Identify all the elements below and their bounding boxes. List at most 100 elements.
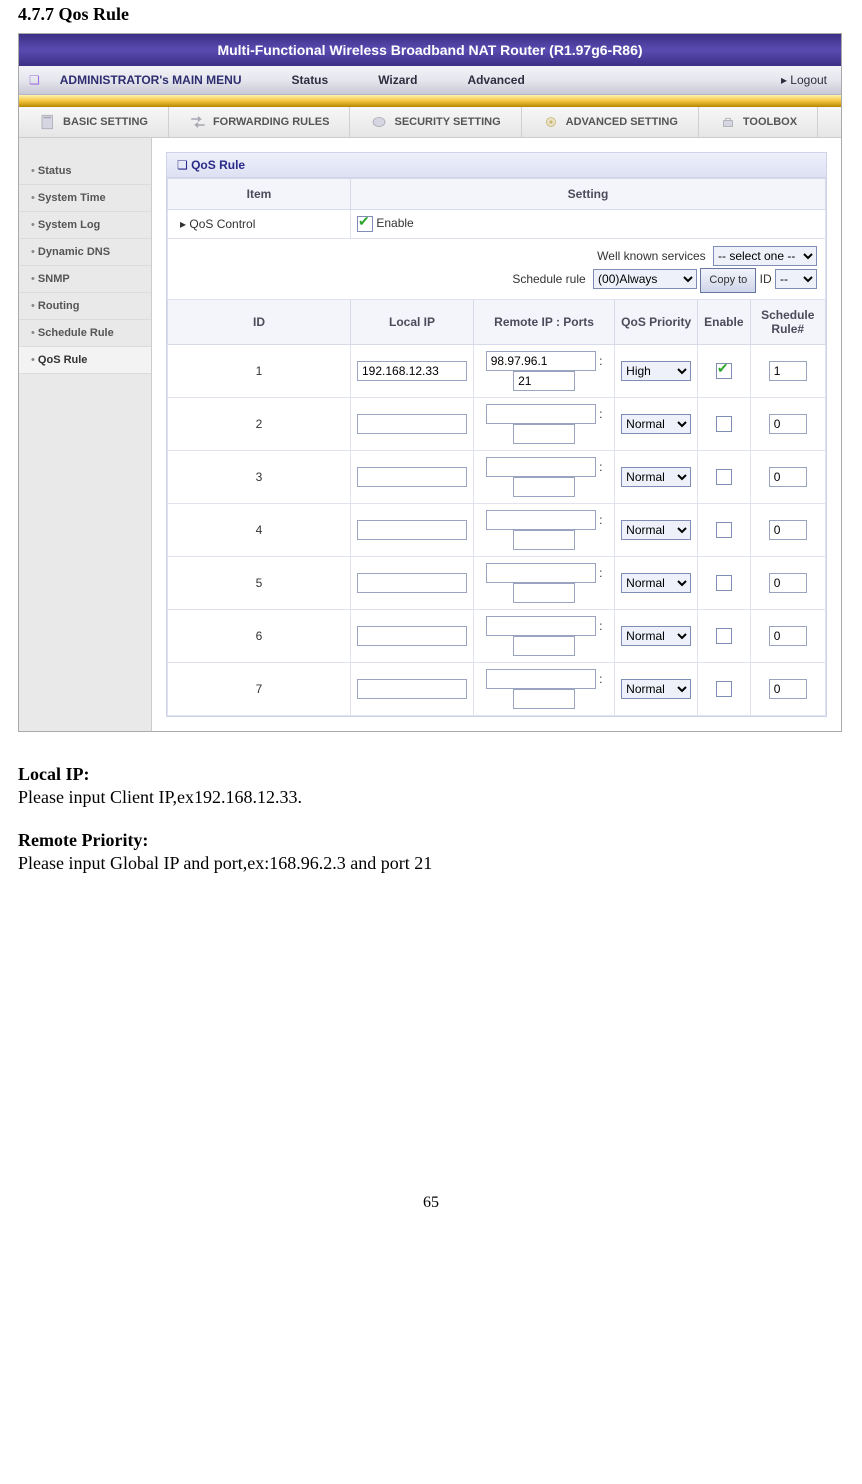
local-ip-input[interactable] bbox=[357, 520, 467, 540]
menu-wizard[interactable]: Wizard bbox=[378, 73, 417, 87]
schedule-rule-input[interactable] bbox=[769, 361, 807, 381]
row-enable-checkbox[interactable] bbox=[716, 416, 732, 432]
priority-select[interactable]: Normal bbox=[621, 679, 691, 699]
priority-select[interactable]: High bbox=[621, 361, 691, 381]
row-id: 5 bbox=[168, 556, 351, 609]
tab-advanced-setting[interactable]: ADVANCED SETTING bbox=[522, 107, 699, 137]
sidebar-item-status[interactable]: Status bbox=[19, 158, 151, 185]
bullet-icon: ❏ bbox=[29, 73, 40, 87]
remote-priority-heading: Remote Priority: bbox=[18, 830, 844, 851]
tab-basic-setting[interactable]: BASIC SETTING bbox=[19, 107, 169, 137]
sidebar-item-schedule-rule[interactable]: Schedule Rule bbox=[19, 320, 151, 347]
menu-logout[interactable]: ▸ Logout bbox=[781, 73, 827, 87]
table-row: 6 : Normal bbox=[168, 609, 826, 662]
remote-port-input[interactable] bbox=[513, 424, 575, 444]
remote-ip-input[interactable] bbox=[486, 457, 596, 477]
enable-label: Enable bbox=[376, 216, 413, 230]
sidebar-item-dynamic-dns[interactable]: Dynamic DNS bbox=[19, 239, 151, 266]
tab-security-setting[interactable]: SECURITY SETTING bbox=[350, 107, 521, 137]
schedule-rule-select[interactable]: (00)Always bbox=[593, 269, 697, 289]
local-ip-input[interactable] bbox=[357, 573, 467, 593]
qos-rule-card: QoS Rule Item Setting ▸ QoS Control Enab… bbox=[166, 152, 827, 717]
remote-ip-input[interactable] bbox=[486, 563, 596, 583]
tabs-bar: BASIC SETTING FORWARDING RULES SECURITY … bbox=[19, 107, 841, 138]
tab-toolbox[interactable]: TOOLBOX bbox=[699, 107, 818, 137]
router-screenshot: Multi-Functional Wireless Broadband NAT … bbox=[18, 33, 842, 732]
menu-status[interactable]: Status bbox=[292, 73, 329, 87]
page-icon bbox=[39, 113, 57, 131]
local-ip-text: Please input Client IP,ex192.168.12.33. bbox=[18, 787, 844, 808]
row-enable-checkbox[interactable] bbox=[716, 628, 732, 644]
banner-title: Multi-Functional Wireless Broadband NAT … bbox=[19, 34, 841, 66]
row-enable-checkbox[interactable] bbox=[716, 575, 732, 591]
sidebar-item-snmp[interactable]: SNMP bbox=[19, 266, 151, 293]
local-ip-heading: Local IP: bbox=[18, 764, 844, 785]
remote-ip-input[interactable] bbox=[486, 351, 596, 371]
sidebar-item-system-time[interactable]: System Time bbox=[19, 185, 151, 212]
schedule-rule-input[interactable] bbox=[769, 626, 807, 646]
remote-port-input[interactable] bbox=[513, 689, 575, 709]
row-id: 4 bbox=[168, 503, 351, 556]
row-id: 2 bbox=[168, 397, 351, 450]
services-select[interactable]: -- select one -- bbox=[713, 246, 817, 266]
priority-select[interactable]: Normal bbox=[621, 520, 691, 540]
services-label: Well known services bbox=[597, 249, 705, 263]
local-ip-input[interactable] bbox=[357, 414, 467, 434]
schedule-rule-input[interactable] bbox=[769, 573, 807, 593]
card-title: QoS Rule bbox=[167, 153, 826, 178]
schedule-rule-input[interactable] bbox=[769, 414, 807, 434]
tab-label: ADVANCED SETTING bbox=[566, 116, 678, 128]
remote-port-input[interactable] bbox=[513, 583, 575, 603]
remote-port-input[interactable] bbox=[513, 477, 575, 497]
menu-advanced[interactable]: Advanced bbox=[467, 73, 524, 87]
remote-port-input[interactable] bbox=[513, 530, 575, 550]
priority-select[interactable]: Normal bbox=[621, 626, 691, 646]
remote-ip-input[interactable] bbox=[486, 510, 596, 530]
tab-forwarding-rules[interactable]: FORWARDING RULES bbox=[169, 107, 351, 137]
remote-ip-input[interactable] bbox=[486, 404, 596, 424]
schedule-rule-input[interactable] bbox=[769, 520, 807, 540]
id-select[interactable]: -- bbox=[775, 269, 817, 289]
row-enable-checkbox[interactable] bbox=[716, 522, 732, 538]
qos-control-label: ▸ QoS Control bbox=[168, 210, 351, 239]
priority-select[interactable]: Normal bbox=[621, 467, 691, 487]
local-ip-input[interactable] bbox=[357, 361, 467, 381]
schedule-rule-input[interactable] bbox=[769, 467, 807, 487]
col-item: Item bbox=[168, 179, 351, 210]
sidebar-item-routing[interactable]: Routing bbox=[19, 293, 151, 320]
copy-to-button[interactable]: Copy to bbox=[700, 268, 756, 293]
remote-ip-input[interactable] bbox=[486, 616, 596, 636]
row-id: 7 bbox=[168, 662, 351, 715]
priority-select[interactable]: Normal bbox=[621, 414, 691, 434]
sidebar-item-qos-rule[interactable]: QoS Rule bbox=[19, 347, 151, 374]
local-ip-input[interactable] bbox=[357, 626, 467, 646]
remote-port-input[interactable] bbox=[513, 371, 575, 391]
local-ip-input[interactable] bbox=[357, 467, 467, 487]
schedule-rule-input[interactable] bbox=[769, 679, 807, 699]
gear-icon bbox=[542, 113, 560, 131]
sidebar-item-system-log[interactable]: System Log bbox=[19, 212, 151, 239]
qos-enable-checkbox[interactable] bbox=[357, 216, 373, 232]
main-menu-title: ADMINISTRATOR's MAIN MENU bbox=[60, 73, 242, 87]
section-heading: 4.7.7 Qos Rule bbox=[18, 4, 844, 25]
tab-label: BASIC SETTING bbox=[63, 116, 148, 128]
hdr-remote-ip-ports: Remote IP : Ports bbox=[474, 299, 615, 344]
table-row: 2 : Normal bbox=[168, 397, 826, 450]
shield-icon bbox=[370, 113, 388, 131]
row-enable-checkbox[interactable] bbox=[716, 469, 732, 485]
remote-ip-input[interactable] bbox=[486, 669, 596, 689]
remote-priority-text: Please input Global IP and port,ex:168.9… bbox=[18, 853, 844, 874]
row-enable-checkbox[interactable] bbox=[716, 363, 732, 379]
page-number: 65 bbox=[18, 1194, 844, 1212]
tab-label: TOOLBOX bbox=[743, 116, 797, 128]
table-row: 3 : Normal bbox=[168, 450, 826, 503]
sidebar: Status System Time System Log Dynamic DN… bbox=[19, 138, 152, 731]
local-ip-input[interactable] bbox=[357, 679, 467, 699]
priority-select[interactable]: Normal bbox=[621, 573, 691, 593]
row-id: 3 bbox=[168, 450, 351, 503]
row-enable-checkbox[interactable] bbox=[716, 681, 732, 697]
remote-port-input[interactable] bbox=[513, 636, 575, 656]
table-row: 5 : Normal bbox=[168, 556, 826, 609]
tab-label: SECURITY SETTING bbox=[394, 116, 500, 128]
hdr-id: ID bbox=[168, 299, 351, 344]
